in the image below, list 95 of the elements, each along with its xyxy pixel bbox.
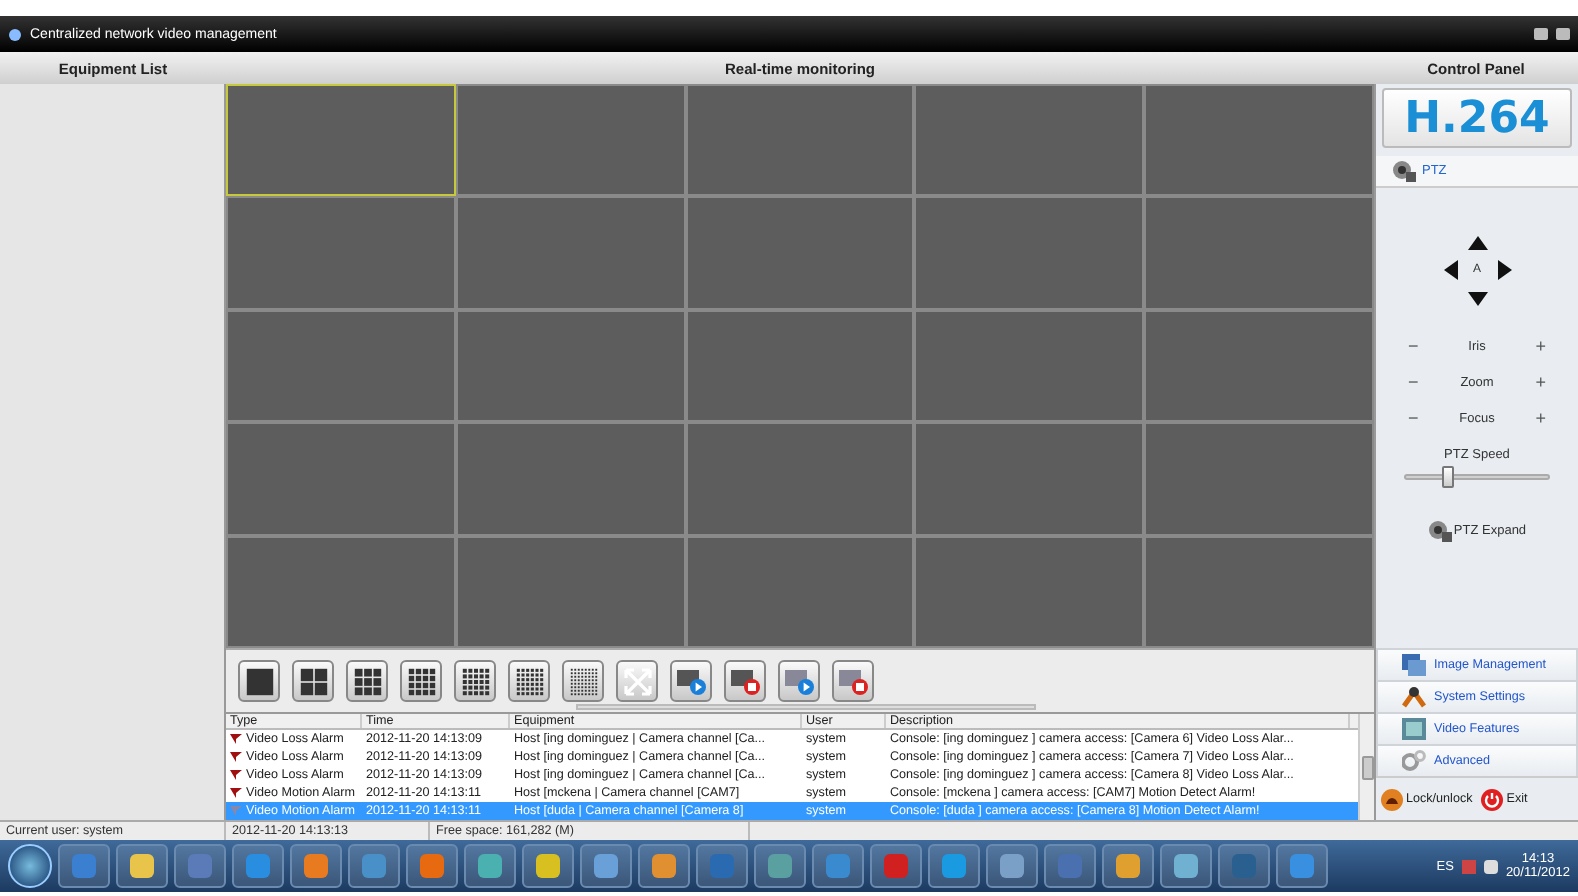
- decrease-button[interactable]: −: [1408, 336, 1419, 356]
- taskbar-app[interactable]: [812, 844, 864, 888]
- app-icon: [8, 27, 22, 41]
- power-icon: [1480, 787, 1505, 811]
- video-tile[interactable]: [226, 422, 456, 536]
- decrease-button[interactable]: −: [1408, 372, 1419, 392]
- camera-icon: [1392, 160, 1416, 182]
- video-tile[interactable]: [914, 196, 1145, 310]
- start-button[interactable]: [8, 844, 52, 888]
- taskbar-app[interactable]: [1276, 844, 1328, 888]
- pan-down-button[interactable]: [1465, 286, 1489, 310]
- video-tile[interactable]: [226, 84, 456, 197]
- decrease-button[interactable]: −: [1408, 408, 1419, 428]
- video-tile[interactable]: [685, 196, 915, 310]
- lock-icon: [1380, 787, 1404, 811]
- video-tile[interactable]: [1144, 196, 1374, 310]
- video-tile[interactable]: [226, 535, 456, 648]
- slider-thumb[interactable]: [1442, 466, 1455, 488]
- taskbar-app[interactable]: [348, 844, 400, 888]
- scrollbar[interactable]: [576, 704, 1036, 710]
- video-tile[interactable]: [914, 84, 1145, 197]
- video-tile[interactable]: [914, 309, 1145, 423]
- grid-layout-icon: [461, 667, 489, 695]
- toolbar-button[interactable]: [238, 660, 280, 702]
- increase-button[interactable]: +: [1535, 408, 1546, 428]
- taskbar-app[interactable]: [580, 844, 632, 888]
- grid-layout-icon: [569, 667, 597, 695]
- taskbar-app[interactable]: [870, 844, 922, 888]
- codec-logo: H.264: [1382, 88, 1572, 148]
- video-tile[interactable]: [1144, 309, 1374, 423]
- toolbar-button[interactable]: [508, 660, 550, 702]
- taskbar-app[interactable]: [986, 844, 1038, 888]
- camera-play-icon: [783, 666, 815, 696]
- video-tile[interactable]: [226, 196, 456, 310]
- minimize-button[interactable]: [1534, 28, 1548, 40]
- video-tile[interactable]: [1144, 535, 1374, 648]
- video-tile[interactable]: [685, 84, 915, 197]
- video-tile[interactable]: [455, 309, 686, 423]
- taskbar-app[interactable]: [1160, 844, 1212, 888]
- taskbar-app[interactable]: [754, 844, 806, 888]
- toolbar-button[interactable]: [670, 660, 712, 702]
- toolbar-button[interactable]: [346, 660, 388, 702]
- video-tile[interactable]: [455, 84, 686, 197]
- taskbar-app[interactable]: [928, 844, 980, 888]
- video-tile[interactable]: [226, 309, 456, 423]
- arrow-right-icon: [1493, 258, 1517, 282]
- video-tile[interactable]: [1144, 84, 1374, 197]
- increase-button[interactable]: +: [1535, 372, 1546, 392]
- close-button[interactable]: [1556, 28, 1570, 40]
- video-tile[interactable]: [685, 422, 915, 536]
- camera-play-icon: [675, 666, 707, 696]
- video-tile[interactable]: [685, 535, 915, 648]
- increase-button[interactable]: +: [1535, 336, 1546, 356]
- toolbar-button[interactable]: [400, 660, 442, 702]
- taskbar-app[interactable]: [290, 844, 342, 888]
- video-icon: [1402, 718, 1426, 740]
- taskbar-app[interactable]: [638, 844, 690, 888]
- grid-layout-icon: [407, 667, 435, 695]
- tools-icon: [1402, 686, 1426, 708]
- taskbar-app[interactable]: [1102, 844, 1154, 888]
- taskbar-app[interactable]: [174, 844, 226, 888]
- video-tile[interactable]: [1144, 422, 1374, 536]
- taskbar-app[interactable]: [232, 844, 284, 888]
- arrow-down-icon: [1465, 286, 1489, 310]
- network-icon[interactable]: [1461, 859, 1476, 873]
- video-tile[interactable]: [914, 422, 1145, 536]
- gears-icon: [1402, 750, 1426, 772]
- video-tile[interactable]: [914, 535, 1145, 648]
- taskbar-app[interactable]: [1218, 844, 1270, 888]
- volume-icon[interactable]: [1483, 859, 1498, 873]
- grid-layout-icon: [353, 667, 381, 695]
- pan-right-button[interactable]: [1493, 258, 1517, 282]
- images-icon: [1402, 654, 1426, 676]
- grid-layout-icon: [515, 667, 543, 695]
- taskbar-app[interactable]: [696, 844, 748, 888]
- grid-layout-icon: [245, 667, 273, 695]
- toolbar-button[interactable]: [292, 660, 334, 702]
- taskbar-app[interactable]: [406, 844, 458, 888]
- toolbar-button[interactable]: [562, 660, 604, 702]
- taskbar-app[interactable]: [116, 844, 168, 888]
- taskbar-app[interactable]: [464, 844, 516, 888]
- grid-layout-icon: [299, 667, 327, 695]
- expand-icon: [623, 667, 651, 695]
- video-tile[interactable]: [455, 196, 686, 310]
- taskbar-app[interactable]: [1044, 844, 1096, 888]
- camera-stop-icon: [729, 666, 761, 696]
- video-tile[interactable]: [685, 309, 915, 423]
- video-tile[interactable]: [455, 422, 686, 536]
- scrollbar[interactable]: [1358, 714, 1374, 820]
- camera-icon: [1427, 520, 1452, 542]
- toolbar-button[interactable]: [724, 660, 766, 702]
- taskbar-app[interactable]: [522, 844, 574, 888]
- video-tile[interactable]: [455, 535, 686, 648]
- camera-stop-icon: [837, 666, 869, 696]
- toolbar-button[interactable]: [454, 660, 496, 702]
